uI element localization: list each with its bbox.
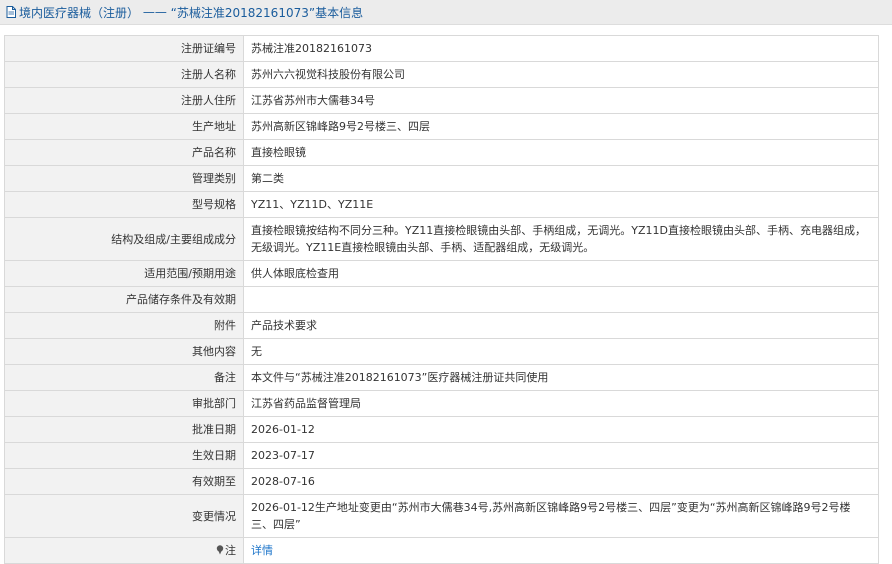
header-separator: —— bbox=[139, 5, 171, 19]
row-label: 批准日期 bbox=[4, 416, 244, 443]
header-title: “苏械注准20182161073”基本信息 bbox=[170, 5, 364, 20]
row-value: 2026-01-12生产地址变更由“苏州市大儒巷34号,苏州高新区锦峰路9号2号… bbox=[243, 494, 879, 538]
row-label: 附件 bbox=[4, 312, 244, 339]
note-label: 注 bbox=[225, 544, 236, 557]
row-value: 苏州六六视觉科技股份有限公司 bbox=[243, 61, 879, 88]
table-row: 管理类别 第二类 bbox=[4, 165, 879, 192]
row-value: 第二类 bbox=[243, 165, 879, 192]
row-value: 2028-07-16 bbox=[243, 468, 879, 495]
row-label: 型号规格 bbox=[4, 191, 244, 218]
table-row: 产品储存条件及有效期 bbox=[4, 286, 879, 313]
details-link[interactable]: 详情 bbox=[251, 544, 273, 557]
table-row: 型号规格 YZ11、YZ11D、YZ11E bbox=[4, 191, 879, 218]
note-label-cell: 注 bbox=[4, 537, 244, 564]
row-label: 结构及组成/主要组成成分 bbox=[4, 217, 244, 261]
table-row: 变更情况 2026-01-12生产地址变更由“苏州市大儒巷34号,苏州高新区锦峰… bbox=[4, 494, 879, 538]
table-row: 批准日期 2026-01-12 bbox=[4, 416, 879, 443]
table-row: 生产地址 苏州高新区锦峰路9号2号楼三、四层 bbox=[4, 113, 879, 140]
table-row: 其他内容 无 bbox=[4, 338, 879, 365]
row-label: 变更情况 bbox=[4, 494, 244, 538]
row-value: 产品技术要求 bbox=[243, 312, 879, 339]
pin-icon bbox=[216, 543, 224, 555]
row-label: 注册证编号 bbox=[4, 35, 244, 62]
table-row: 注册人住所 江苏省苏州市大儒巷34号 bbox=[4, 87, 879, 114]
row-label: 注册人名称 bbox=[4, 61, 244, 88]
row-value: 无 bbox=[243, 338, 879, 365]
table-row: 适用范围/预期用途 供人体眼底检查用 bbox=[4, 260, 879, 287]
document-icon bbox=[6, 6, 16, 18]
page-header: 境内医疗器械（注册） —— “苏械注准20182161073”基本信息 bbox=[0, 0, 892, 25]
table-row: 注册人名称 苏州六六视觉科技股份有限公司 bbox=[4, 61, 879, 88]
table-row: 产品名称 直接检眼镜 bbox=[4, 139, 879, 166]
table-row: 备注 本文件与“苏械注准20182161073”医疗器械注册证共同使用 bbox=[4, 364, 879, 391]
row-label: 有效期至 bbox=[4, 468, 244, 495]
table-row: 附件 产品技术要求 bbox=[4, 312, 879, 339]
row-value: 直接检眼镜按结构不同分三种。YZ11直接检眼镜由头部、手柄组成，无调光。YZ11… bbox=[243, 217, 879, 261]
row-label: 管理类别 bbox=[4, 165, 244, 192]
table-row: 审批部门 江苏省药品监督管理局 bbox=[4, 390, 879, 417]
table-row: 生效日期 2023-07-17 bbox=[4, 442, 879, 469]
row-value: 苏州高新区锦峰路9号2号楼三、四层 bbox=[243, 113, 879, 140]
note-value-cell: 详情 bbox=[243, 537, 879, 564]
row-label: 生效日期 bbox=[4, 442, 244, 469]
table-row: 注册证编号 苏械注准20182161073 bbox=[4, 35, 879, 62]
row-label: 审批部门 bbox=[4, 390, 244, 417]
table-row: 结构及组成/主要组成成分 直接检眼镜按结构不同分三种。YZ11直接检眼镜由头部、… bbox=[4, 217, 879, 261]
header-prefix: 境内医疗器械（注册） bbox=[19, 5, 140, 20]
row-value: 江苏省药品监督管理局 bbox=[243, 390, 879, 417]
row-value: 本文件与“苏械注准20182161073”医疗器械注册证共同使用 bbox=[243, 364, 879, 391]
row-label: 注册人住所 bbox=[4, 87, 244, 114]
info-table: 注册证编号 苏械注准20182161073 注册人名称 苏州六六视觉科技股份有限… bbox=[4, 35, 879, 564]
row-value bbox=[243, 286, 879, 313]
row-value: YZ11、YZ11D、YZ11E bbox=[243, 191, 879, 218]
row-label: 生产地址 bbox=[4, 113, 244, 140]
row-label: 产品储存条件及有效期 bbox=[4, 286, 244, 313]
row-value: 供人体眼底检查用 bbox=[243, 260, 879, 287]
row-label: 其他内容 bbox=[4, 338, 244, 365]
row-value: 苏械注准20182161073 bbox=[243, 35, 879, 62]
row-value: 江苏省苏州市大儒巷34号 bbox=[243, 87, 879, 114]
row-value: 2026-01-12 bbox=[243, 416, 879, 443]
note-row: 注 详情 bbox=[4, 537, 879, 564]
row-value: 直接检眼镜 bbox=[243, 139, 879, 166]
table-row: 有效期至 2028-07-16 bbox=[4, 468, 879, 495]
row-label: 备注 bbox=[4, 364, 244, 391]
row-label: 适用范围/预期用途 bbox=[4, 260, 244, 287]
row-label: 产品名称 bbox=[4, 139, 244, 166]
row-value: 2023-07-17 bbox=[243, 442, 879, 469]
